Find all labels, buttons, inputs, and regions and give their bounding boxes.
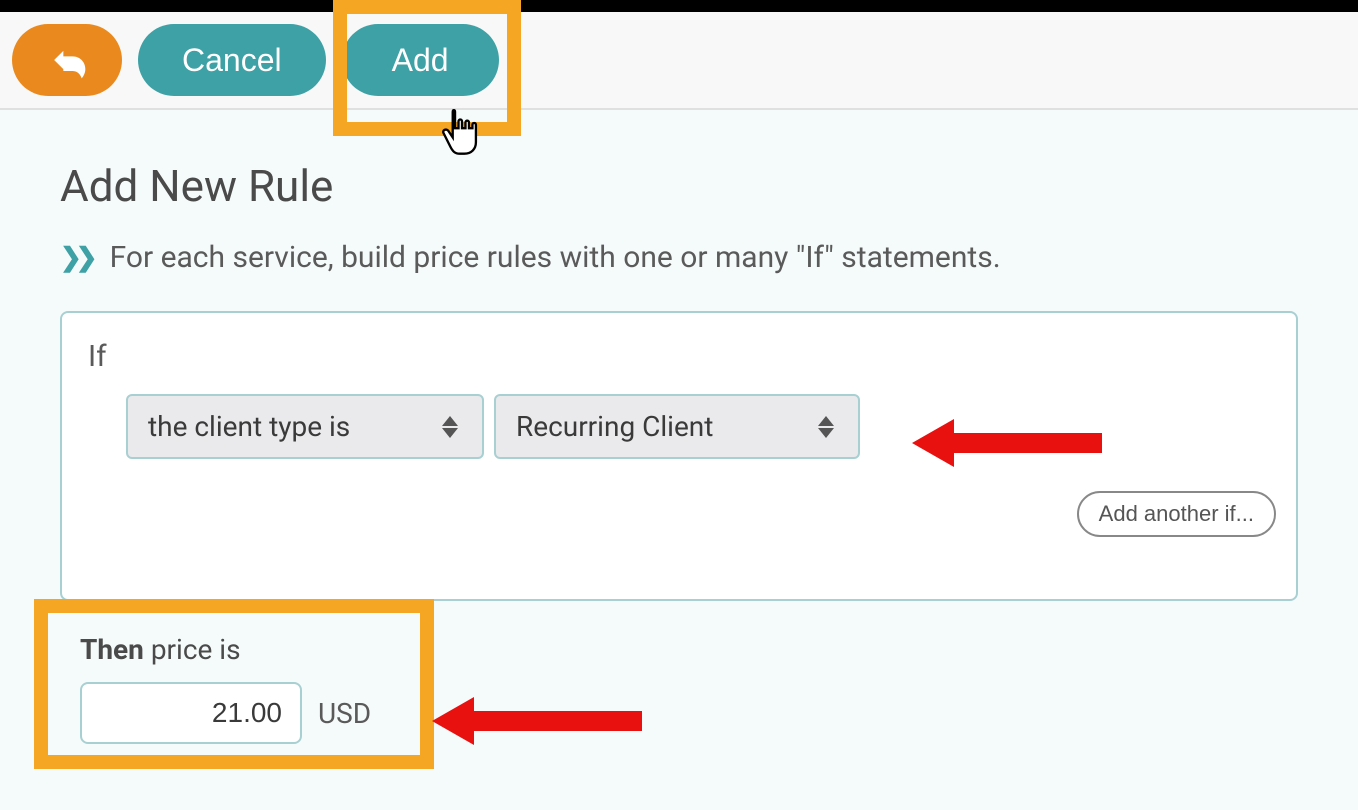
condition-type-select[interactable]: the client type is	[126, 394, 484, 459]
subtitle-text: For each service, build price rules with…	[110, 240, 1001, 275]
red-arrow-annotation	[432, 691, 652, 751]
subtitle-row: ❯❯ For each service, build price rules w…	[60, 240, 1298, 275]
cancel-button[interactable]: Cancel	[138, 24, 326, 96]
then-label: Then price is	[80, 633, 371, 666]
header-toolbar: Cancel Add	[0, 12, 1358, 110]
price-row: USD	[80, 682, 371, 744]
if-label: If	[88, 339, 1270, 374]
sort-arrows-icon	[818, 415, 838, 439]
condition-value-text: Recurring Client	[516, 410, 713, 443]
back-button[interactable]	[12, 24, 122, 96]
sort-arrows-icon	[442, 415, 462, 439]
condition-type-value: the client type is	[148, 410, 350, 443]
chevrons-right-icon: ❯❯	[60, 243, 92, 273]
then-suffix: price is	[151, 633, 241, 666]
condition-selects-row: the client type is Recurring Client	[126, 394, 1270, 459]
condition-value-select[interactable]: Recurring Client	[494, 394, 860, 459]
back-arrow-icon	[45, 38, 89, 82]
add-button[interactable]: Add	[342, 24, 499, 96]
add-another-if-button[interactable]: Add another if...	[1077, 491, 1276, 537]
then-prefix: Then	[80, 633, 144, 666]
then-block: Then price is USD	[36, 601, 401, 768]
rule-box: If the client type is Recurring Client A…	[60, 311, 1298, 601]
page-title: Add New Rule	[60, 160, 1298, 212]
page-content: Add New Rule ❯❯ For each service, build …	[0, 110, 1358, 651]
top-black-bar	[0, 0, 1358, 12]
price-input[interactable]	[80, 682, 302, 744]
currency-label: USD	[318, 697, 371, 730]
